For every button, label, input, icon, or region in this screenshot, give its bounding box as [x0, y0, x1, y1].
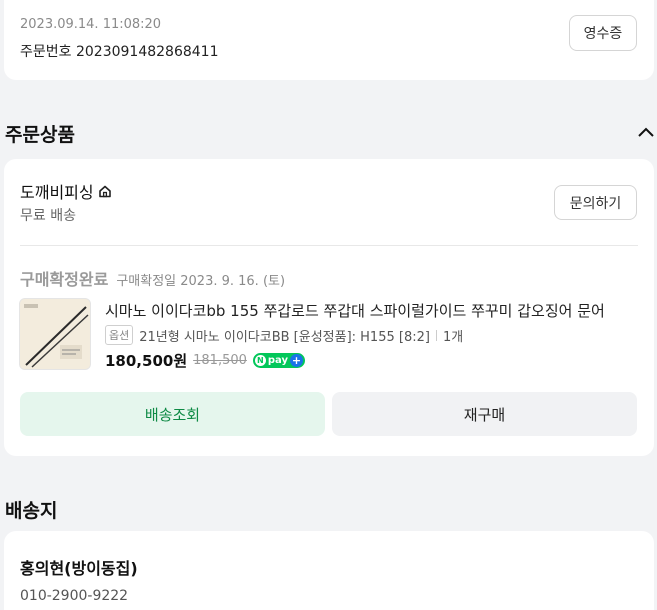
inquiry-button[interactable]: 문의하기: [554, 185, 637, 220]
recipient-name: 홍의현(방이동집): [20, 559, 138, 578]
product-thumbnail[interactable]: [19, 298, 91, 370]
receipt-button[interactable]: 영수증: [569, 15, 637, 51]
separator: [435, 329, 437, 341]
product-card: 도깨비피싱 무료 배송 문의하기 구매확정완료 구매확정일 2023. 9. 1…: [4, 159, 654, 456]
store-name[interactable]: 도깨비피싱: [20, 179, 113, 203]
npay-plus-badge: N pay +: [252, 353, 306, 368]
npay-label: pay: [267, 355, 289, 366]
store-name-label: 도깨비피싱: [20, 183, 94, 202]
order-number: 주문번호 2023091482868411: [20, 41, 219, 61]
product-option-row: 옵션 21년형 시마노 이이다코BB [윤성정품]: H155 [8:2] 1개: [105, 325, 463, 345]
product-option: 21년형 시마노 이이다코BB [윤성정품]: H155 [8:2]: [139, 329, 430, 345]
product-name[interactable]: 시마노 이이다코bb 155 쭈갑로드 쭈갑대 스파이럴가이드 쭈꾸미 갑오징어…: [105, 300, 640, 321]
order-status-row: 구매확정완료 구매확정일 2023. 9. 16. (토): [20, 266, 285, 290]
order-datetime: 2023.09.14. 11:08:20: [20, 17, 162, 32]
product-price: 180,500원: [105, 352, 188, 370]
order-number-label: 주문번호: [20, 44, 72, 60]
order-status: 구매확정완료: [20, 270, 109, 289]
naver-n-icon: N: [254, 355, 266, 366]
address-section-title: 배송지: [5, 500, 58, 522]
chevron-up-icon[interactable]: [637, 126, 655, 138]
delivery-address-card: 홍의현(방이동집) 010-2900-9222: [4, 531, 654, 610]
option-badge: 옵션: [105, 325, 134, 345]
shipping-fee: 무료 배송: [20, 208, 76, 224]
fishing-rod-image: [20, 299, 90, 369]
price-row: 180,500원 181,500 N pay +: [105, 350, 306, 371]
divider: [20, 245, 638, 246]
order-number-value: 2023091482868411: [75, 44, 219, 60]
recipient-phone: 010-2900-9222: [20, 588, 129, 604]
track-delivery-button[interactable]: 배송조회: [20, 392, 325, 436]
plus-icon: +: [290, 354, 304, 367]
products-section-title: 주문상품: [5, 124, 75, 146]
home-icon: [98, 185, 111, 198]
order-info-card: 2023.09.14. 11:08:20 주문번호 20230914828684…: [4, 0, 654, 80]
confirm-date: 구매확정일 2023. 9. 16. (토): [116, 274, 286, 289]
rebuy-button[interactable]: 재구매: [332, 392, 637, 436]
original-price: 181,500: [193, 353, 247, 368]
product-quantity: 1개: [442, 329, 464, 345]
